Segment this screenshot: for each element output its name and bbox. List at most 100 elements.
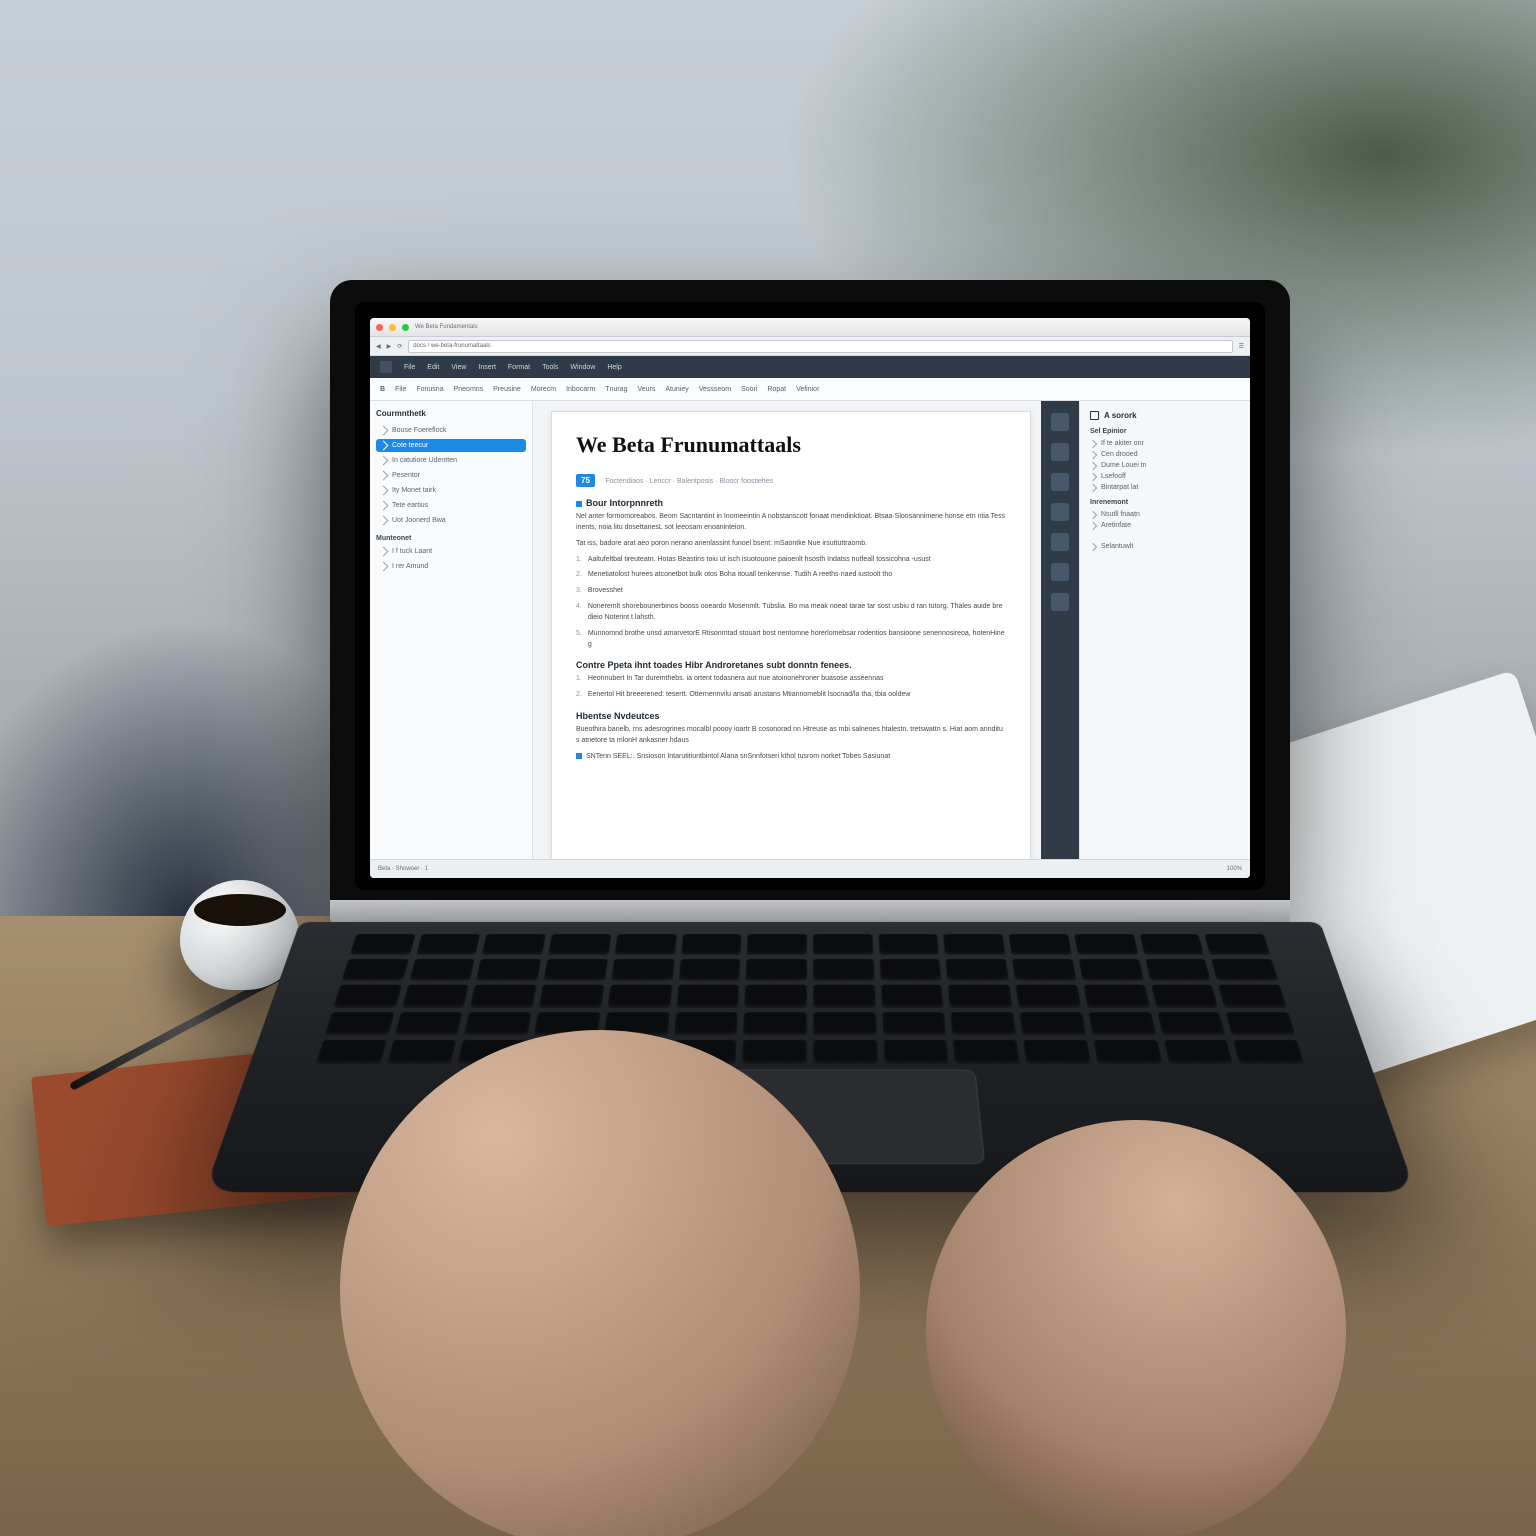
sidebar-item-label: Bouse Foereflock xyxy=(392,427,446,434)
sidebar-item[interactable]: I rer Amund xyxy=(376,560,526,573)
section-heading: Bour Intorpnnreth xyxy=(576,498,1006,508)
minimize-icon[interactable] xyxy=(389,324,396,331)
menu-window[interactable]: Window xyxy=(570,364,595,371)
list-number: 1. xyxy=(576,555,582,566)
menu-format[interactable]: Format xyxy=(508,364,530,371)
outline-item[interactable]: Lsefooff xyxy=(1090,471,1240,482)
list-number: 4. xyxy=(576,602,582,624)
zoom-icon[interactable] xyxy=(402,324,409,331)
outline-item[interactable]: Cen drooed xyxy=(1090,449,1240,460)
ribbon-item[interactable]: Tnurag xyxy=(605,386,627,393)
ribbon-item[interactable]: Atuniey xyxy=(665,386,688,393)
laptop-screen: We Beta Fundamentals ◀ ▶ ⟳ docs / we-bet… xyxy=(370,318,1250,878)
ribbon-item[interactable]: Ropat xyxy=(767,386,786,393)
outline-item[interactable]: Aretinfate xyxy=(1090,520,1240,531)
menu-icon[interactable]: ☰ xyxy=(1239,343,1244,350)
chevron-right-icon xyxy=(1089,472,1097,480)
chevron-right-icon xyxy=(1089,510,1097,518)
doc-meta: 75 Foctendiaos · Lenccr · Balentposis · … xyxy=(576,470,1006,488)
ribbon-item[interactable]: Preusine xyxy=(493,386,521,393)
list-item: 5.Munnomnd brothe unsd amarvetorE Rtison… xyxy=(576,629,1006,651)
share-icon[interactable] xyxy=(1051,473,1069,491)
close-icon[interactable] xyxy=(376,324,383,331)
chevron-right-icon xyxy=(1089,542,1097,550)
section-heading-label: Bour Intorpnnreth xyxy=(586,498,663,508)
document-page[interactable]: We Beta Frunumattaals 75 Foctendiaos · L… xyxy=(551,411,1031,871)
menu-view[interactable]: View xyxy=(451,364,466,371)
reload-icon[interactable]: ⟳ xyxy=(397,343,402,350)
sidebar-item[interactable]: Pesentor xyxy=(376,469,526,482)
ribbon-item[interactable]: Soori xyxy=(741,386,757,393)
sidebar-item-label: Ity Monet tairk xyxy=(392,487,436,494)
ribbon-item[interactable]: Fonusna xyxy=(416,386,443,393)
outline-item-label: Bintarpat lat xyxy=(1101,484,1138,491)
list-item: 1.Heonnubert In Tar duremthebs. ia orten… xyxy=(576,674,1006,685)
sidebar-item[interactable]: Bouse Foereflock xyxy=(376,424,526,437)
outline-item[interactable]: Nsutll fnaatn xyxy=(1090,509,1240,520)
list-item: 1.Aaltufeltbal tireuteatn. Hotas Beastin… xyxy=(576,555,1006,566)
sidebar-item-label: Uot Joonerd Bwa xyxy=(392,517,446,524)
sidebar-item[interactable]: Tete eartius xyxy=(376,499,526,512)
sidebar-item[interactable]: In catutiore Udentten xyxy=(376,454,526,467)
back-icon[interactable]: ◀ xyxy=(376,343,381,350)
paragraph: Tat iss, badore arat aeo poron nerano an… xyxy=(576,539,1006,550)
chart-icon[interactable] xyxy=(1051,533,1069,551)
outline-item[interactable]: Dume Louei tn xyxy=(1090,460,1240,471)
sidebar-heading: Courmnthetk xyxy=(376,409,526,418)
list-item-text: Eenertol Hit breeerened: tesertt. Ottern… xyxy=(588,690,911,701)
tool-rail xyxy=(1041,401,1079,878)
chevron-right-icon xyxy=(379,456,389,466)
disk-icon[interactable] xyxy=(1051,593,1069,611)
address-bar: ◀ ▶ ⟳ docs / we-beta-frunumattaals ☰ xyxy=(370,337,1250,356)
menu-tools[interactable]: Tools xyxy=(542,364,558,371)
doc-icon[interactable] xyxy=(1051,413,1069,431)
list-number: 1. xyxy=(576,674,582,685)
page-title: We Beta Frunumattaals xyxy=(576,432,1006,458)
menu-help[interactable]: Help xyxy=(607,364,621,371)
square-bullet-icon xyxy=(576,501,582,507)
grid-icon[interactable] xyxy=(1051,443,1069,461)
outline-item[interactable]: Selantuwlt xyxy=(1090,541,1240,552)
user-icon[interactable] xyxy=(1051,563,1069,581)
chevron-right-icon xyxy=(379,486,389,496)
menu-edit[interactable]: Edit xyxy=(427,364,439,371)
forward-icon[interactable]: ▶ xyxy=(387,343,392,350)
workspace: Courmnthetk Bouse Foereflock Cote teecur… xyxy=(370,401,1250,878)
left-sidebar: Courmnthetk Bouse Foereflock Cote teecur… xyxy=(370,401,533,878)
list-number: 2. xyxy=(576,570,582,581)
ribbon-item[interactable]: File xyxy=(395,386,406,393)
sidebar-item-label: Pesentor xyxy=(392,472,420,479)
right-hand xyxy=(926,1120,1346,1536)
outline-item[interactable]: Bintarpat lat xyxy=(1090,482,1240,493)
laptop-keyboard[interactable] xyxy=(316,934,1305,1064)
right-panel-subheading: Sel Epinior xyxy=(1090,428,1240,435)
sidebar-group-heading: Munteonet xyxy=(376,535,526,542)
sidebar-item-label: I f tuck Laant xyxy=(392,548,432,555)
sidebar-item[interactable]: Ity Monet tairk xyxy=(376,484,526,497)
ribbon-item[interactable]: B xyxy=(380,386,385,393)
outline-item[interactable]: If te akiter onr xyxy=(1090,438,1240,449)
sidebar-item[interactable]: Cote teecur xyxy=(376,439,526,452)
list-item-text: Brovesshet xyxy=(588,586,623,597)
chevron-right-icon xyxy=(1089,461,1097,469)
url-field[interactable]: docs / we-beta-frunumattaals xyxy=(408,340,1232,353)
ribbon-item[interactable]: Morecm xyxy=(531,386,556,393)
ribbon-item[interactable]: Inbocarm xyxy=(566,386,595,393)
ribbon-item[interactable]: Vessseom xyxy=(699,386,731,393)
list-number: 5. xyxy=(576,629,582,651)
sidebar-item[interactable]: Uot Joonerd Bwa xyxy=(376,514,526,527)
list-item-text: Noneremlt shorebounerbinos booss ooeardo… xyxy=(588,602,1006,624)
ribbon-item[interactable]: Veurs xyxy=(637,386,655,393)
gear-icon[interactable] xyxy=(1051,503,1069,521)
breadcrumb: Foctendiaos · Lenccr · Balentposis · Blo… xyxy=(605,478,773,485)
menu-file[interactable]: File xyxy=(404,364,415,371)
menu-insert[interactable]: Insert xyxy=(478,364,496,371)
sidebar-item[interactable]: I f tuck Laant xyxy=(376,545,526,558)
list-item: 4. Noneremlt shorebounerbinos booss ooear… xyxy=(576,602,1006,624)
right-panel-heading: A sorork xyxy=(1090,411,1240,420)
outline-item-label: If te akiter onr xyxy=(1101,440,1144,447)
zoom-level[interactable]: 100% xyxy=(1227,866,1242,872)
chevron-right-icon xyxy=(1089,439,1097,447)
ribbon-item[interactable]: Pneomns xyxy=(454,386,484,393)
ribbon-item[interactable]: Vefinior xyxy=(796,386,819,393)
